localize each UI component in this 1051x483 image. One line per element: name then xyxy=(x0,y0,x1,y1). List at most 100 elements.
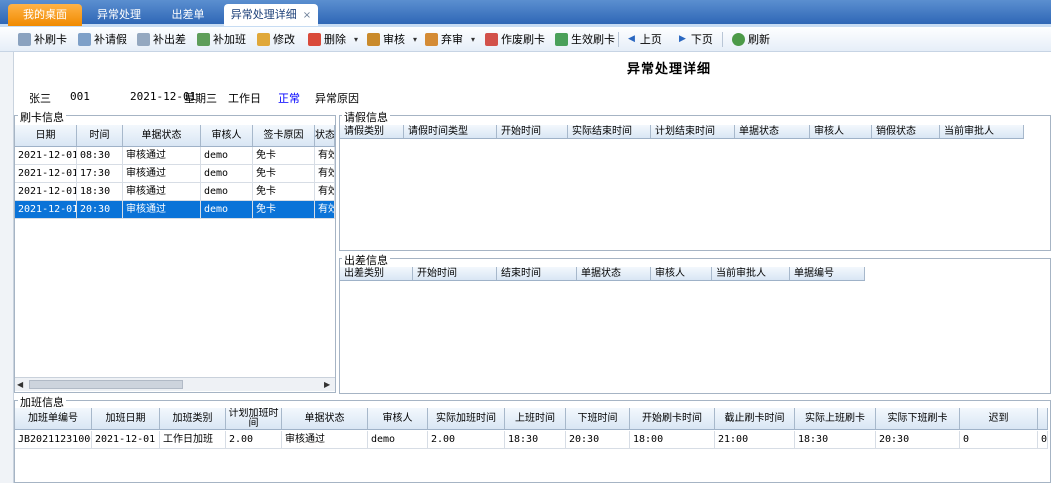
table-row[interactable]: 2021-12-0118:30审核通过demo免卡有效 xyxy=(15,183,335,201)
column-header[interactable]: 开始时间 xyxy=(497,125,568,138)
chevron-down-icon[interactable]: ▾ xyxy=(471,31,475,48)
table-row[interactable]: JB20211231000012021-12-01工作日加班2.00审核通过de… xyxy=(15,431,1048,449)
table-cell: 2.00 xyxy=(428,431,505,448)
approve-button[interactable]: 审核 ▾ xyxy=(367,31,417,48)
column-header[interactable]: 结束时间 xyxy=(497,267,577,280)
column-header[interactable]: 加班单编号 xyxy=(15,408,92,429)
scroll-left-icon[interactable]: ◀ xyxy=(17,380,23,389)
table-cell: 0 xyxy=(960,431,1038,448)
column-header[interactable]: 审核人 xyxy=(651,267,712,280)
column-header[interactable]: 上班时间 xyxy=(505,408,566,429)
close-icon[interactable]: × xyxy=(303,10,311,21)
unapprove-icon xyxy=(425,33,438,46)
column-header[interactable]: 当前审批人 xyxy=(940,125,1024,138)
column-header[interactable]: 计划加班时间 xyxy=(226,408,282,429)
table-cell: 有效 xyxy=(315,147,335,164)
column-header[interactable]: 单据编号 xyxy=(790,267,865,280)
void-card-button[interactable]: 作废刷卡 xyxy=(485,31,545,48)
column-header[interactable]: 下班时间 xyxy=(566,408,630,429)
tab-exception-handling[interactable]: 异常处理 xyxy=(86,4,152,26)
table-cell: 0 xyxy=(1038,431,1048,448)
unapprove-button[interactable]: 弃审 ▾ xyxy=(425,31,475,48)
tab-label: 出差单 xyxy=(171,8,205,21)
card-grid-header: 日期 时间 单据状态 审核人 签卡原因 状态 xyxy=(15,125,335,147)
column-header[interactable]: 日期 xyxy=(15,125,77,146)
table-cell: 免卡 xyxy=(253,201,315,218)
column-header[interactable]: 迟到 xyxy=(960,408,1038,429)
table-cell: 20:30 xyxy=(876,431,960,448)
column-header[interactable]: 审核人 xyxy=(201,125,253,146)
button-label: 下页 xyxy=(690,33,713,46)
column-header[interactable]: 请假类别 xyxy=(340,125,404,138)
table-cell: 有效 xyxy=(315,183,335,200)
supplement-card-button[interactable]: 补刷卡 xyxy=(18,31,67,48)
button-label: 补加班 xyxy=(213,33,246,46)
column-header[interactable]: 计划结束时间 xyxy=(651,125,735,138)
table-cell: 2021-12-01 xyxy=(92,431,160,448)
column-header[interactable]: 审核人 xyxy=(810,125,872,138)
column-header[interactable]: 截止刷卡时间 xyxy=(715,408,795,429)
table-cell: demo xyxy=(201,165,253,182)
column-header[interactable]: 销假状态 xyxy=(872,125,940,138)
scrollbar-thumb[interactable] xyxy=(29,380,183,389)
column-header[interactable]: 签卡原因 xyxy=(253,125,315,146)
table-cell: 审核通过 xyxy=(123,165,201,182)
table-row[interactable]: 2021-12-0120:30审核通过demo免卡有效 xyxy=(15,201,335,219)
left-splitter[interactable] xyxy=(0,52,14,483)
table-row[interactable]: 2021-12-0108:30审核通过demo免卡有效 xyxy=(15,147,335,165)
column-header[interactable]: 开始刷卡时间 xyxy=(630,408,715,429)
table-cell: 2.00 xyxy=(226,431,282,448)
valid-card-button[interactable]: 生效刷卡 xyxy=(555,31,615,48)
tab-my-desktop[interactable]: 我的桌面 xyxy=(8,4,82,26)
button-label: 修改 xyxy=(273,33,295,46)
approve-icon xyxy=(367,33,380,46)
column-header[interactable]: 单据状态 xyxy=(577,267,651,280)
column-header[interactable]: 单据状态 xyxy=(123,125,201,146)
column-header[interactable]: 单据状态 xyxy=(282,408,368,429)
card-add-icon xyxy=(18,33,31,46)
column-header[interactable] xyxy=(1038,408,1048,429)
column-header[interactable]: 开始时间 xyxy=(413,267,497,280)
edit-button[interactable]: 修改 xyxy=(257,31,295,48)
delete-icon xyxy=(308,33,321,46)
column-header[interactable]: 当前审批人 xyxy=(712,267,790,280)
column-header[interactable]: 单据状态 xyxy=(735,125,810,138)
table-cell: 18:30 xyxy=(505,431,566,448)
column-header[interactable]: 实际下班刷卡 xyxy=(876,408,960,429)
supplement-overtime-button[interactable]: 补加班 xyxy=(197,31,246,48)
supplement-trip-button[interactable]: 补出差 xyxy=(137,31,186,48)
column-header[interactable]: 加班日期 xyxy=(92,408,160,429)
pencil-icon xyxy=(257,33,270,46)
table-row[interactable]: 2021-12-0117:30审核通过demo免卡有效 xyxy=(15,165,335,183)
refresh-button[interactable]: 刷新 xyxy=(732,31,770,48)
prev-page-button[interactable]: ◀ 上页 xyxy=(628,31,662,48)
column-header[interactable]: 加班类别 xyxy=(160,408,226,429)
table-cell: demo xyxy=(201,201,253,218)
column-header[interactable]: 请假时间类型 xyxy=(404,125,497,138)
tab-label: 我的桌面 xyxy=(23,8,67,21)
column-header[interactable]: 出差类别 xyxy=(340,267,413,280)
column-header[interactable]: 实际上班刷卡 xyxy=(795,408,876,429)
column-header[interactable]: 状态 xyxy=(315,125,335,146)
valid-card-icon xyxy=(555,33,568,46)
column-header[interactable]: 时间 xyxy=(77,125,123,146)
leave-info-title: 请假信息 xyxy=(342,109,390,125)
chevron-down-icon[interactable]: ▾ xyxy=(413,31,417,48)
tab-exception-detail[interactable]: 异常处理详细 × xyxy=(224,4,318,26)
table-cell: 审核通过 xyxy=(123,201,201,218)
column-header[interactable]: 审核人 xyxy=(368,408,428,429)
chevron-down-icon[interactable]: ▾ xyxy=(354,31,358,48)
column-header[interactable]: 实际结束时间 xyxy=(568,125,651,138)
delete-button[interactable]: 删除 ▾ xyxy=(308,31,358,48)
table-cell: 18:30 xyxy=(795,431,876,448)
horizontal-scrollbar[interactable]: ◀ ▶ xyxy=(15,377,335,391)
next-page-button[interactable]: ▶ 下页 xyxy=(679,31,713,48)
trip-info-title: 出差信息 xyxy=(342,252,390,268)
tab-label: 异常处理详细 xyxy=(230,8,297,21)
supplement-leave-button[interactable]: 补请假 xyxy=(78,31,127,48)
page-title: 异常处理详细 xyxy=(627,62,712,77)
column-header[interactable]: 实际加班时间 xyxy=(428,408,505,429)
tab-business-trip[interactable]: 出差单 xyxy=(158,4,218,26)
table-cell: demo xyxy=(201,147,253,164)
scroll-right-icon[interactable]: ▶ xyxy=(324,380,330,389)
